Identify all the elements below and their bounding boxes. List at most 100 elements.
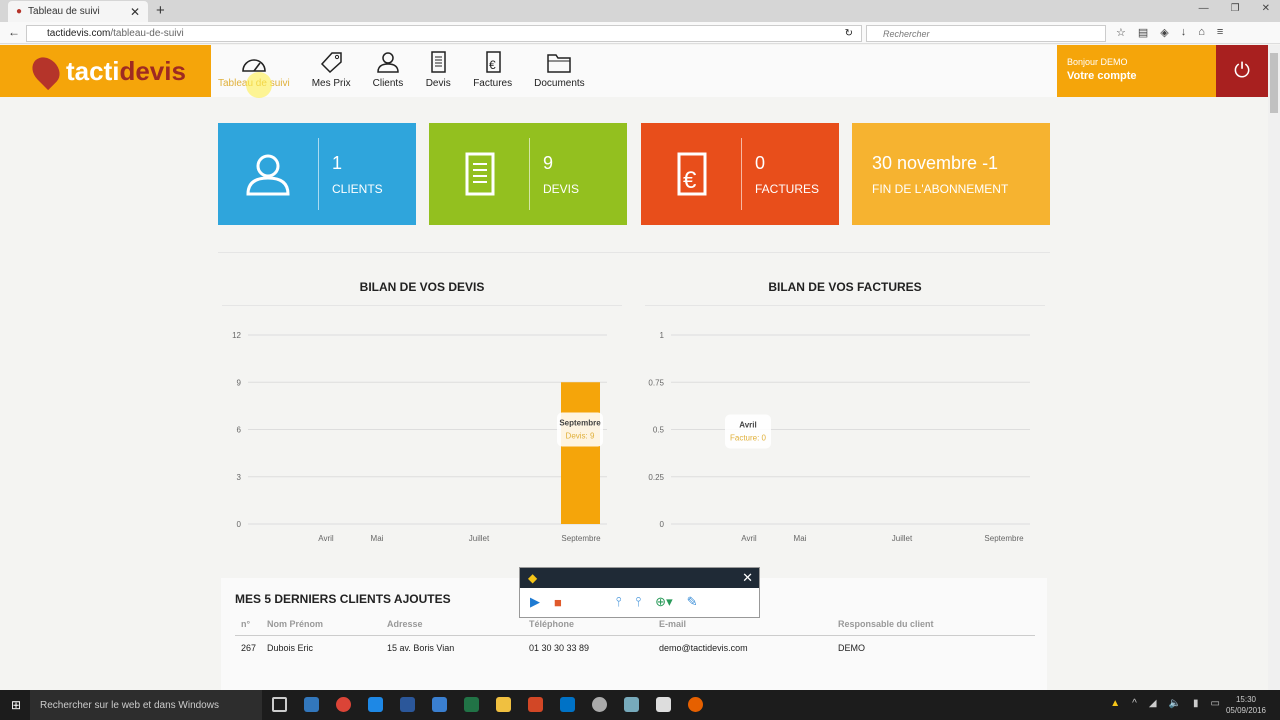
table-cell: 01 30 30 33 89 [529,643,590,653]
menu-item-documents[interactable]: Documents [534,45,585,97]
menu-label: Mes Prix [311,78,351,89]
account-link[interactable]: Votre compte [1067,70,1206,82]
task-view-icon[interactable] [272,697,287,712]
column-header: Responsable du client [838,619,934,629]
stop-icon[interactable]: ■ [554,595,562,610]
taskbar-search-text: Rechercher sur le web et dans Windows [40,699,219,711]
x-tick-label: Juillet [892,534,913,543]
library-icon[interactable]: ▤ [1138,26,1148,39]
main-menu: Tableau de suiviMes PrixClientsDevis€Fac… [218,45,607,97]
volume-icon[interactable]: 🔈 [1169,698,1181,709]
ie-icon[interactable] [304,697,319,712]
stat-card-2[interactable]: €0 FACTURES [641,123,839,225]
warning-icon[interactable]: ▲ [1110,698,1120,709]
greeting: Bonjour DEMO [1067,57,1128,67]
menu-icon[interactable]: ≡ [1217,26,1223,39]
url-domain: tactidevis.com [47,28,111,39]
account-button[interactable]: Bonjour DEMO Votre compte [1057,45,1216,97]
card-label: DEVIS [543,181,580,196]
minimize-icon[interactable]: — [1199,3,1209,14]
column-header: Téléphone [529,619,575,629]
back-icon[interactable]: ← [8,25,20,39]
gauge-icon [242,59,266,72]
marker-icon[interactable]: ⫯ [616,594,622,610]
document-icon [465,152,495,196]
chrome-icon[interactable] [336,697,351,712]
bookmark-star-icon[interactable]: ☆ [1116,26,1126,39]
date: 05/09/2016 [1225,706,1266,715]
close-icon[interactable]: ✕ [742,570,753,586]
x-tick-label: Mai [371,534,384,543]
recorder-toolbar: ◆ ✕ ▶ ■ ⫯ ⫯ ⊕▾ ✎ [519,567,760,618]
keyboard-icon[interactable]: ▭ [1211,698,1220,709]
explorer-icon[interactable] [496,697,511,712]
card-value: 9 [543,152,554,173]
pocket-icon[interactable]: ◈ [1160,26,1168,39]
logo[interactable]: tacti devis [0,45,211,97]
printer-icon[interactable] [656,697,671,712]
devis-chart: 0 3 6 9 12 Avril Mai Juillet Septembre Septembre D… [232,331,607,543]
marker-icon[interactable]: ⫯ [636,594,642,610]
browser-nav-bar: ← tactidevis.com/tableau-de-suivi ↻ Reche… [0,22,1280,44]
menu-item-factures[interactable]: € Factures [473,45,512,97]
y-tick-label: 0.25 [648,473,664,482]
x-tick-label: Avril [318,534,334,543]
stat-card-1[interactable]: 9 DEVIS [429,123,627,225]
menu-item-clients[interactable]: Clients [373,45,403,97]
stat-card-3[interactable]: 30 novembre -1 FIN DE L'ABONNEMENT [852,123,1050,225]
stat-card-0[interactable]: 1 CLIENTS [218,123,416,225]
tag-icon [321,52,342,73]
invoice-euro-icon: € [677,152,707,196]
bar[interactable] [561,382,600,524]
chart-title-factures: BILAN DE VOS FACTURES [768,280,922,294]
logout-button[interactable]: ⏻ [1216,45,1268,97]
logo-text: tacti [66,55,120,86]
browser-search-input[interactable]: Rechercher [866,25,1106,42]
app-icon[interactable] [624,697,639,712]
folder-icon [547,54,572,73]
excel-icon[interactable] [464,697,479,712]
factures-chart: 0 0.25 0.5 0.75 1 Avril Mai Juillet Septembre Avr… [648,331,1030,543]
network-icon[interactable]: ◢ [1149,698,1157,709]
tooltip-title: Septembre [559,419,601,428]
column-header: Nom Prénom [267,619,324,629]
menu-item-mes-prix[interactable]: Mes Prix [312,45,351,97]
chevron-up-icon[interactable]: ^ [1132,698,1137,709]
menu-item-devis[interactable]: Devis [425,45,451,97]
close-tab-icon[interactable]: ✕ [130,5,140,19]
svg-text:€: € [489,58,496,72]
powerpoint-icon[interactable] [528,697,543,712]
url-bar[interactable]: tactidevis.com/tableau-de-suivi ↻ [26,25,862,42]
edge-icon[interactable] [368,697,383,712]
firefox-icon[interactable] [688,697,703,712]
reload-icon[interactable]: ↻ [845,28,853,39]
new-tab-button[interactable]: + [156,2,165,19]
notification-icon[interactable]: ▮ [1193,698,1199,709]
svg-text:€: € [683,167,697,194]
home-icon[interactable]: ⌂ [1198,26,1205,39]
y-tick-label: 0.5 [653,426,665,435]
url-path: /tableau-de-suivi [110,28,184,39]
app-icon[interactable] [432,697,447,712]
word-icon[interactable] [400,697,415,712]
card-label: CLIENTS [332,181,383,196]
x-tick-label: Juillet [469,534,490,543]
tooltip-value: Facture: 0 [730,434,767,443]
close-window-icon[interactable]: ✕ [1262,3,1270,14]
browser-tab[interactable]: ● Tableau de suivi ✕ [8,1,148,22]
table-cell: 267 [241,643,257,653]
user-icon [246,154,290,196]
restore-icon[interactable]: ❐ [1231,3,1240,14]
taskbar-search[interactable]: Rechercher sur le web et dans Windows [30,690,262,720]
download-icon[interactable]: ↓ [1181,26,1187,39]
scrollbar[interactable] [1268,45,1280,690]
windows-start-icon[interactable]: ⊞ [11,698,21,712]
app-icon[interactable] [592,697,607,712]
power-icon: ⏻ [1234,59,1250,82]
outlook-icon[interactable] [560,697,575,712]
clock[interactable]: 15:30 05/09/2016 [1226,694,1266,716]
table-cell: demo@tactidevis.com [659,643,748,653]
add-icon[interactable]: ⊕▾ [655,594,672,610]
play-icon[interactable]: ▶ [530,594,540,610]
pencil-icon[interactable]: ✎ [687,594,698,610]
